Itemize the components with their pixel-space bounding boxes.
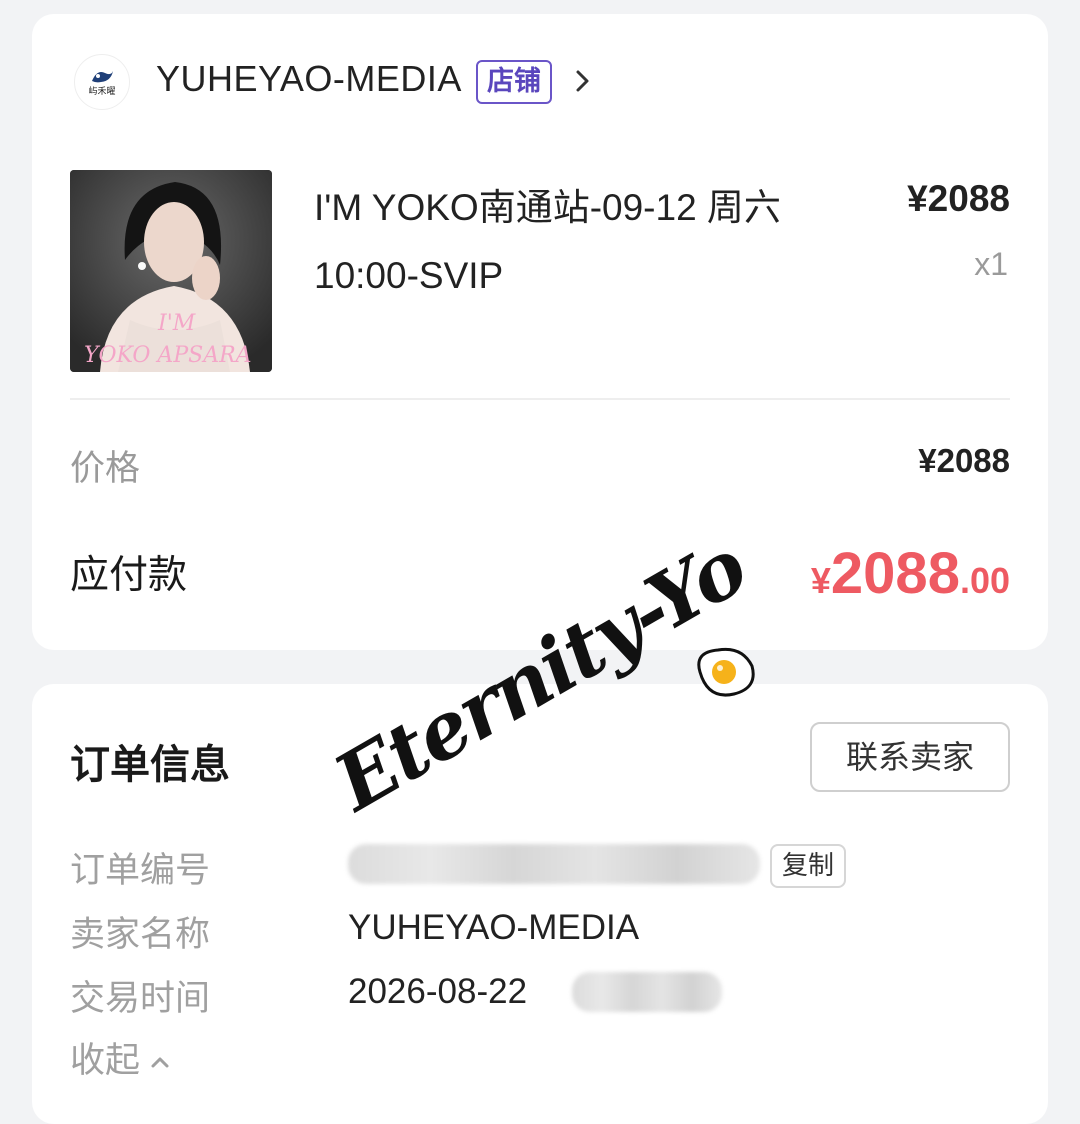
trade-time-redacted (572, 972, 722, 1012)
product-quantity: x1 (974, 246, 1008, 282)
shop-badge[interactable]: 店铺 (476, 60, 552, 104)
payable-label: 应付款 (70, 553, 188, 598)
chevron-up-icon (151, 1057, 169, 1068)
payable-integer: 2088 (830, 541, 960, 606)
order-number-redacted (348, 844, 760, 884)
trade-time-label: 交易时间 (70, 979, 211, 1019)
price-value: ¥2088 (918, 442, 1010, 479)
product-image-text-2: YOKO APSARA (84, 343, 252, 368)
payable-amount: ¥2088.00 (811, 540, 1010, 607)
order-info-title: 订单信息 (70, 742, 230, 788)
order-info-card: 订单信息 联系卖家 订单编号 复制 卖家名称 YUHEYAO-MEDIA 交易时… (32, 684, 1048, 1124)
divider (70, 398, 1010, 400)
shop-logo-text: 屿禾曜 (88, 87, 116, 97)
order-card: 屿禾曜 YUHEYAO-MEDIA 店铺 I'M YOKO APSARA I'M… (32, 14, 1048, 650)
chevron-right-icon[interactable] (572, 66, 594, 96)
product-title[interactable]: I'M YOKO南通站-09-12 周六 10:00-SVIP (314, 174, 874, 310)
contact-seller-button[interactable]: 联系卖家 (810, 722, 1010, 792)
shop-logo[interactable]: 屿禾曜 (74, 54, 130, 110)
payable-currency: ¥ (810, 560, 831, 601)
trade-time-value: 2026-08-22 (348, 972, 528, 1011)
order-number-label: 订单编号 (70, 851, 211, 891)
shop-name[interactable]: YUHEYAO-MEDIA (156, 58, 462, 100)
price-label: 价格 (70, 449, 141, 489)
product-price: ¥2088 (907, 178, 1010, 219)
seller-name-value: YUHEYAO-MEDIA (348, 908, 640, 947)
shop-logo-icon (92, 71, 113, 83)
collapse-label: 收起 (70, 1041, 141, 1081)
collapse-toggle[interactable]: 收起 (70, 1032, 172, 1083)
product-image-text-1: I'M (157, 311, 196, 336)
payable-decimal: .00 (959, 560, 1010, 601)
copy-button[interactable]: 复制 (770, 844, 847, 888)
product-image[interactable]: I'M YOKO APSARA (70, 170, 272, 372)
seller-name-label: 卖家名称 (70, 915, 211, 955)
